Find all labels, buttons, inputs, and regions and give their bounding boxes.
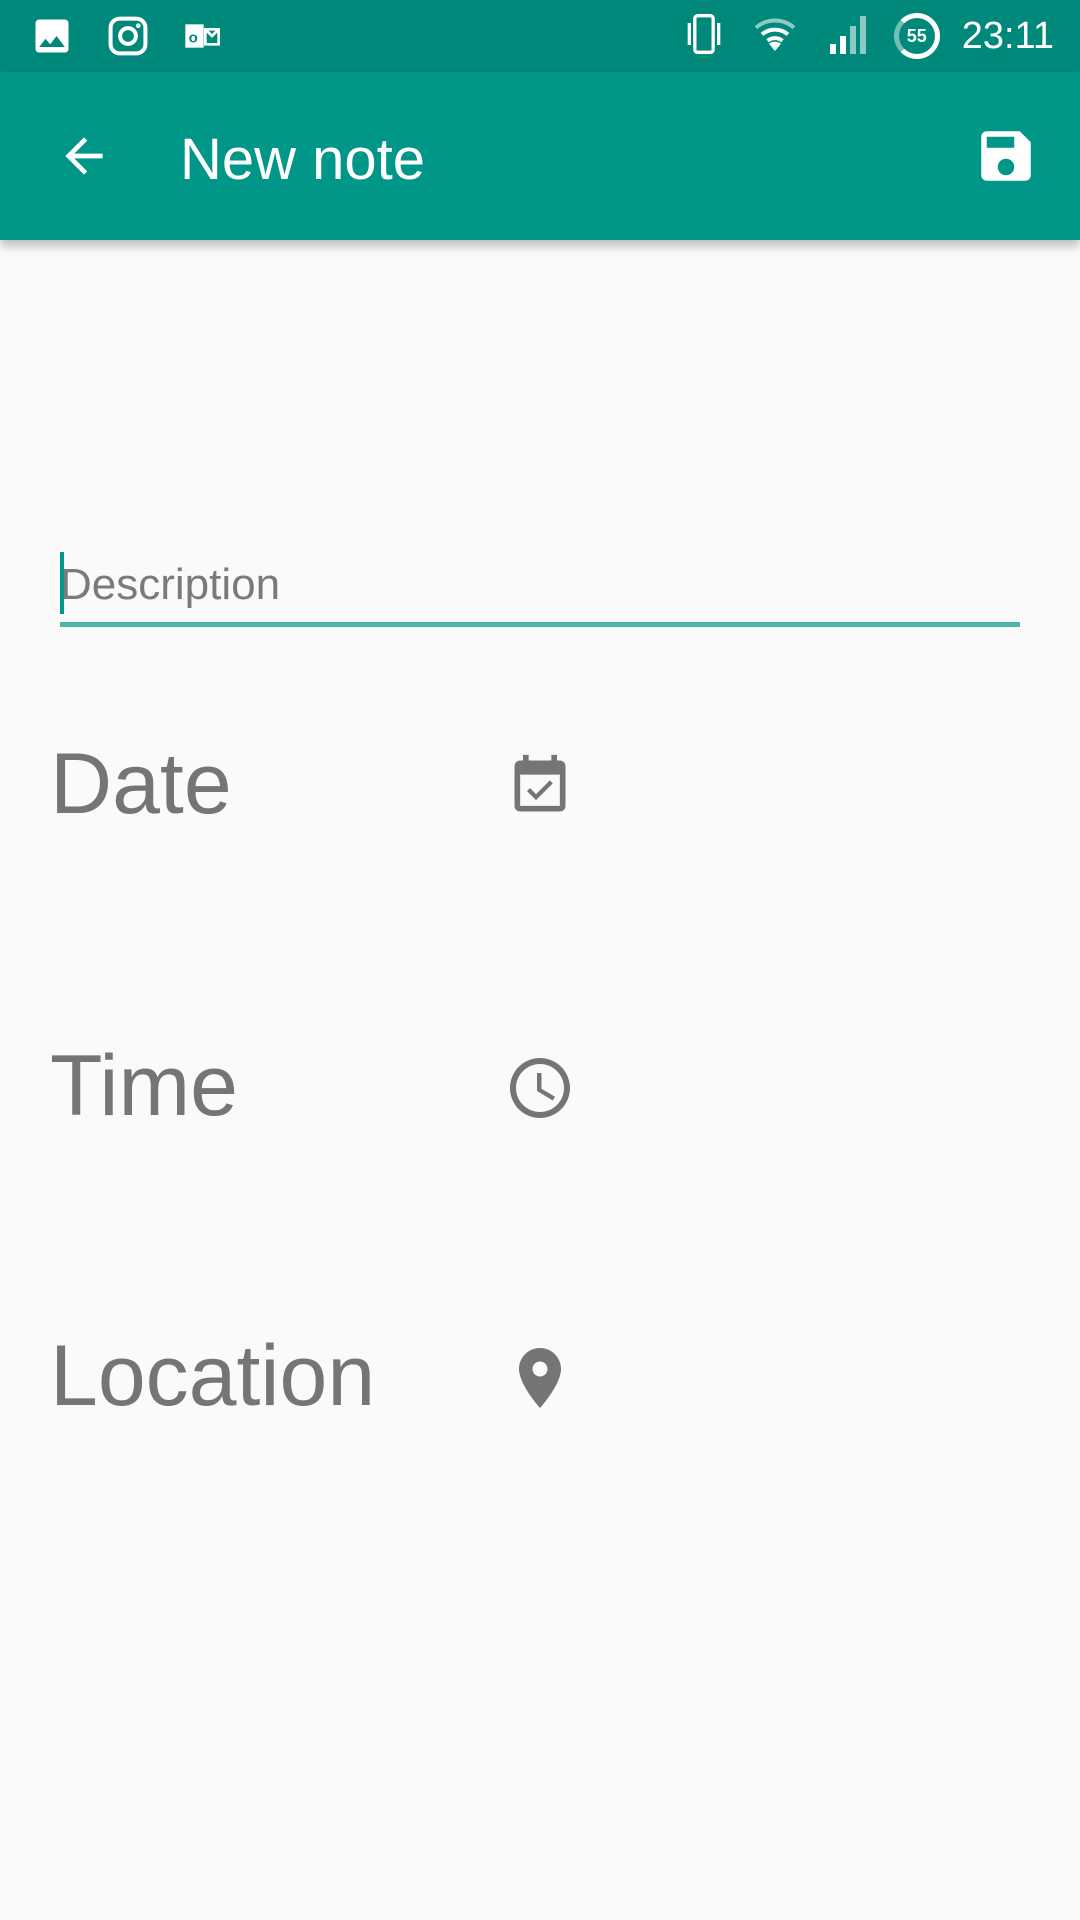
system-icons: 55 23:11 <box>682 10 1054 62</box>
location-picker-button[interactable] <box>500 1340 580 1420</box>
calendar-check-icon <box>506 752 574 825</box>
page-title: New note <box>180 127 426 192</box>
battery-icon: 55 <box>893 13 940 59</box>
back-button[interactable] <box>48 122 120 194</box>
battery-percent: 55 <box>906 25 927 46</box>
description-field <box>60 548 1020 628</box>
date-picker-button[interactable] <box>500 748 580 828</box>
location-label: Location <box>50 1328 376 1424</box>
date-label: Date <box>50 736 232 832</box>
save-icon <box>973 123 1039 194</box>
vibrate-icon <box>682 10 726 63</box>
gallery-icon <box>30 14 74 63</box>
date-row: Date <box>50 724 950 844</box>
text-cursor <box>60 552 64 614</box>
time-picker-button[interactable] <box>500 1050 580 1130</box>
location-pin-icon <box>504 1342 576 1419</box>
arrow-back-icon <box>56 128 112 189</box>
status-clock: 23:11 <box>961 15 1054 57</box>
description-input[interactable] <box>60 548 1020 627</box>
location-row: Location <box>50 1316 950 1436</box>
svg-text:o: o <box>189 30 198 47</box>
wifi-icon <box>748 10 802 63</box>
outlook-icon: o <box>182 16 222 61</box>
app-bar: New note <box>0 72 1080 240</box>
save-button[interactable] <box>968 120 1044 196</box>
instagram-icon <box>106 14 150 63</box>
time-row: Time <box>50 1026 950 1146</box>
status-bar: o 55 23:11 <box>0 0 1080 72</box>
notification-icons: o <box>30 14 222 63</box>
time-label: Time <box>50 1038 238 1134</box>
signal-icon <box>824 10 872 63</box>
clock-icon <box>504 1052 576 1129</box>
